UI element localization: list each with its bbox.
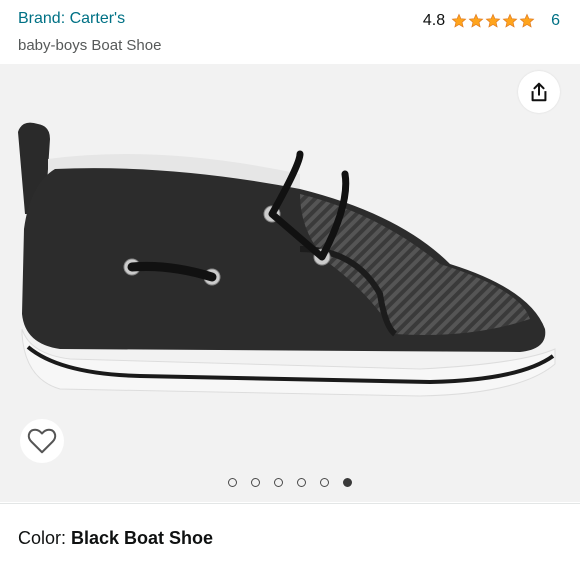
rating-count-link[interactable]: 6 (551, 12, 560, 30)
star-icon (485, 13, 501, 28)
share-icon (531, 82, 547, 102)
brand-link[interactable]: Brand: Carter's (18, 10, 125, 28)
page-dot[interactable] (274, 478, 283, 487)
product-image[interactable] (0, 64, 580, 502)
wishlist-button[interactable] (20, 419, 64, 463)
page-dot[interactable] (251, 478, 260, 487)
rating-summary[interactable]: 4.8 6 (423, 10, 560, 32)
star-icon (451, 13, 467, 28)
page-dot[interactable] (228, 478, 237, 487)
product-image-gallery[interactable] (0, 64, 580, 502)
product-title: baby-boys Boat Shoe (18, 37, 162, 54)
rating-value: 4.8 (422, 12, 446, 29)
page-dot[interactable] (297, 478, 306, 487)
star-icon (502, 13, 518, 28)
share-button[interactable] (518, 71, 560, 113)
page-dot[interactable] (320, 478, 329, 487)
star-icon (519, 13, 535, 28)
product-header: Brand: Carter's baby-boys Boat Shoe 4.8 … (0, 0, 580, 62)
heart-icon (27, 428, 57, 454)
color-label: Color: (18, 528, 72, 548)
color-value: Black Boat Shoe (71, 528, 214, 548)
color-selection: Color: Black Boat Shoe (18, 528, 213, 549)
page-dot-active[interactable] (343, 478, 352, 487)
image-pagination (0, 478, 580, 487)
divider (0, 503, 580, 504)
star-rating (451, 13, 535, 29)
star-icon (468, 13, 484, 28)
